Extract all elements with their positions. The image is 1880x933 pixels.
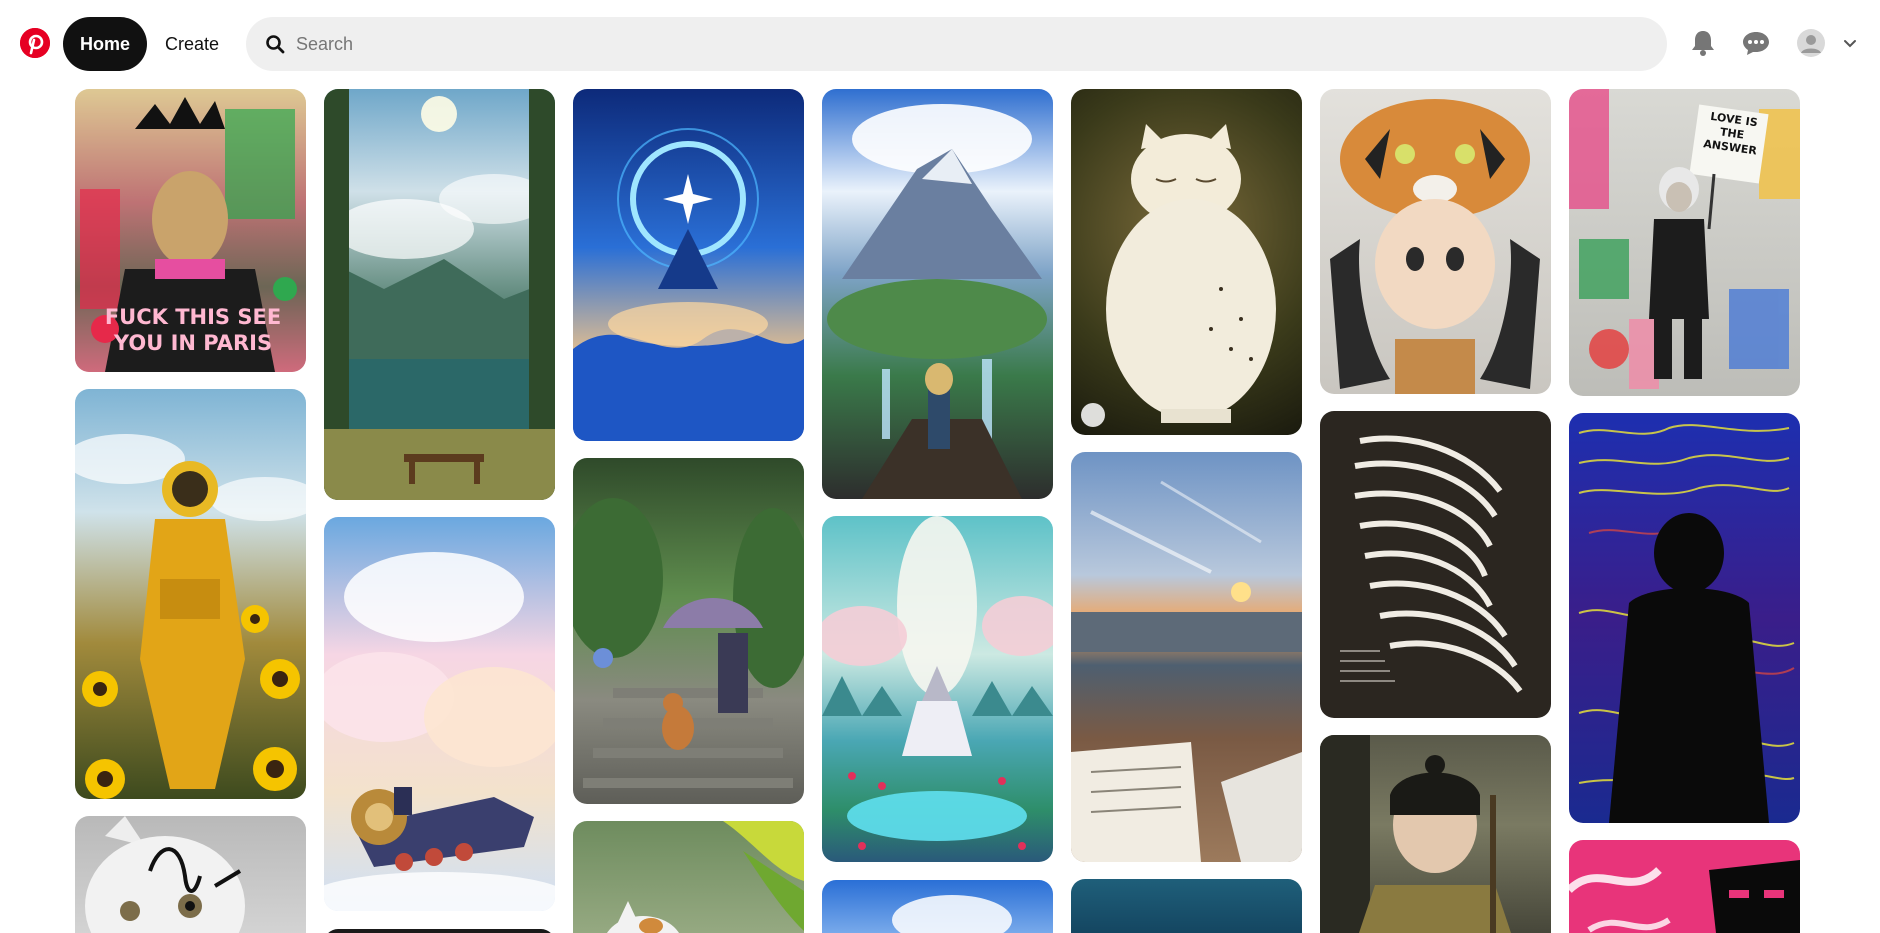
pin-steam-train-clouds[interactable] [324, 517, 555, 911]
search-bar[interactable] [246, 17, 1667, 71]
pin-blue-sky-bottom[interactable] [822, 880, 1053, 933]
pin-image [1081, 124, 1276, 427]
pin-image [324, 552, 555, 911]
pin-astronaut-sunflowers[interactable] [75, 389, 306, 799]
top-navigation-bar: Home Create [0, 0, 1880, 86]
pin-silhouette-graffiti-text[interactable] [1569, 413, 1800, 823]
pin-cat-with-drawn-eyebrows[interactable] [75, 816, 306, 933]
pinterest-logo-icon[interactable] [20, 28, 50, 58]
pin-image [1569, 860, 1800, 933]
pin-dark-bottom-col2[interactable] [324, 929, 555, 933]
pin-pink-graffiti-face[interactable] [1569, 840, 1800, 933]
pin-image [1330, 99, 1540, 394]
pin-image [573, 498, 804, 788]
pin-image [827, 104, 1047, 499]
pin-beach-sunset-with-book[interactable] [1071, 452, 1302, 862]
search-input[interactable] [296, 33, 1596, 55]
pin-image [606, 821, 804, 933]
pin-image [1071, 480, 1302, 862]
pin-image [1578, 424, 1795, 823]
pin-child-samurai[interactable] [1320, 735, 1551, 933]
pin-image [1340, 435, 1523, 693]
pin-image [75, 434, 306, 799]
pin-blue-feather-bottom[interactable] [1071, 879, 1302, 933]
home-nav-button[interactable]: Home [63, 17, 147, 71]
pin-image [573, 128, 804, 441]
pin-anime-mountain-adventurer[interactable] [822, 89, 1053, 499]
search-icon [264, 33, 286, 55]
pin-zebra-striped-face-print[interactable] [1320, 411, 1551, 718]
pin-image [324, 89, 555, 500]
pin-image [85, 816, 245, 933]
chevron-down-icon[interactable] [1840, 33, 1860, 53]
pin-image [892, 895, 1012, 933]
pin-white-owl-cat[interactable] [1071, 89, 1302, 435]
pin-einstein-love-is-the-answer[interactable]: LOVE IS THE ANSWER [1569, 89, 1800, 396]
user-avatar[interactable] [1793, 25, 1829, 61]
pin-witch-in-meadow[interactable] [822, 516, 1053, 862]
notifications-bell-icon[interactable] [1685, 25, 1721, 61]
pin-cat-with-leaves[interactable] [573, 821, 804, 933]
create-nav-button[interactable]: Create [156, 17, 228, 71]
pin-lake-with-bench[interactable] [324, 89, 555, 500]
pin-blue-cosmic-wave[interactable] [573, 89, 804, 441]
pin-image [1320, 735, 1511, 933]
pin-old-man-umbrella-dog[interactable] [573, 458, 804, 804]
pin-caption: FUCK THIS SEE YOU IN PARIS [104, 305, 282, 355]
pin-girl-with-tiger-hat[interactable] [1320, 89, 1551, 394]
pin-graffiti-mona-lisa[interactable]: FUCK THIS SEE YOU IN PARIS [75, 89, 306, 372]
messages-chat-icon[interactable] [1738, 25, 1774, 61]
pin-image [822, 516, 1053, 850]
